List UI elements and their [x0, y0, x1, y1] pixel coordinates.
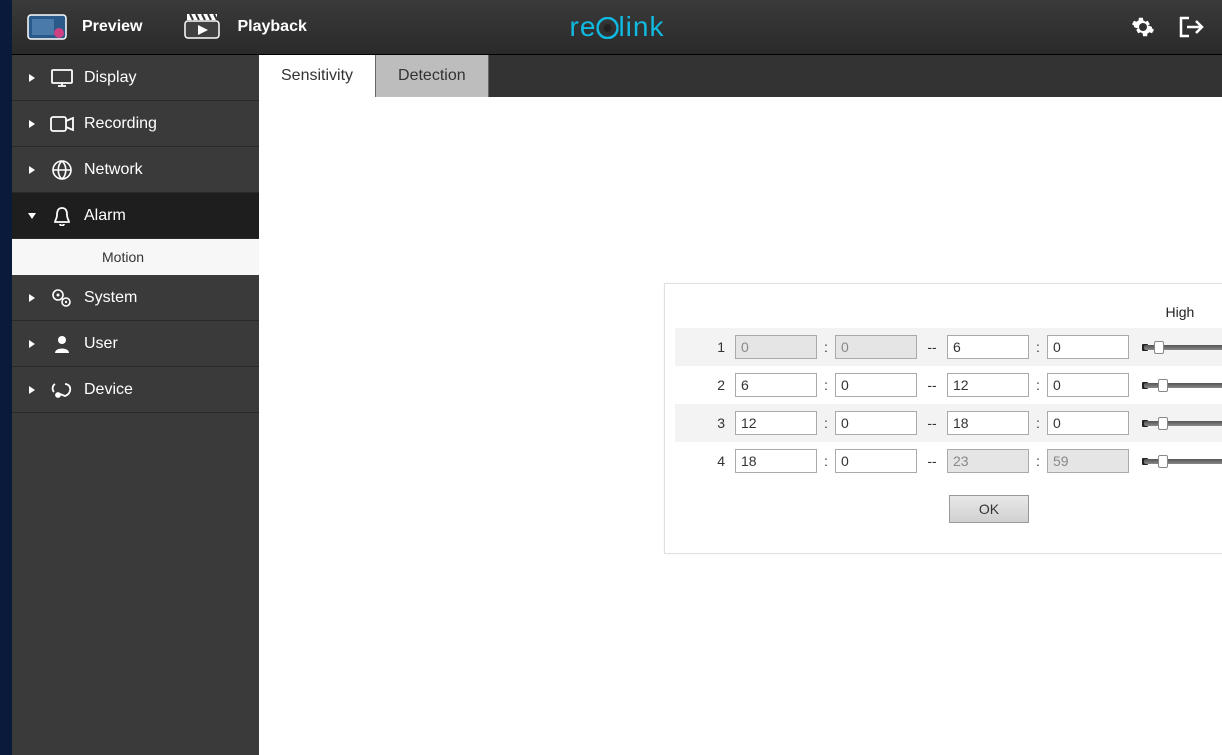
sidebar-item-label: Recording — [84, 115, 157, 133]
end-hour-input[interactable] — [947, 411, 1029, 435]
main-panel: Sensitivity Detection High Low 1:--:122:… — [259, 55, 1222, 755]
nav-playback[interactable]: Playback — [167, 0, 331, 54]
sidebar-item-network[interactable]: Network — [12, 147, 259, 193]
start-hour-input[interactable] — [735, 411, 817, 435]
dash: -- — [917, 415, 947, 431]
tab-label: Detection — [398, 67, 466, 85]
display-icon — [48, 69, 76, 87]
sensitivity-slider[interactable] — [1144, 376, 1222, 394]
dash: -- — [917, 377, 947, 393]
chevron-right-icon — [24, 119, 40, 129]
preview-icon — [27, 13, 67, 41]
user-icon — [48, 334, 76, 354]
ok-button[interactable]: OK — [949, 495, 1029, 523]
slider-thumb[interactable] — [1158, 379, 1168, 392]
end-hour-input[interactable] — [947, 373, 1029, 397]
end-minute-input[interactable] — [1047, 335, 1129, 359]
time-row: 1:--:12 — [675, 328, 1222, 366]
nav-preview[interactable]: Preview — [12, 0, 167, 54]
sidebar-item-device[interactable]: Device — [12, 367, 259, 413]
colon: : — [817, 339, 835, 355]
logout-icon[interactable] — [1178, 14, 1204, 40]
ok-button-label: OK — [979, 501, 999, 517]
sidebar-item-alarm[interactable]: Alarm — [12, 193, 259, 239]
chevron-right-icon — [24, 73, 40, 83]
header: Preview Playback relink — [12, 0, 1222, 55]
sidebar-item-display[interactable]: Display — [12, 55, 259, 101]
sidebar-item-label: Device — [84, 381, 133, 399]
sidebar-item-label: Alarm — [84, 207, 126, 225]
sidebar-item-label: Network — [84, 161, 143, 179]
device-icon — [48, 380, 76, 400]
system-icon — [48, 288, 76, 308]
row-number: 1 — [680, 339, 735, 355]
dash: -- — [917, 453, 947, 469]
colon: : — [817, 377, 835, 393]
sidebar-item-label: User — [84, 335, 118, 353]
time-row: 4:--:10 — [675, 442, 1222, 480]
start-minute-input[interactable] — [835, 373, 917, 397]
sensitivity-slider[interactable] — [1144, 452, 1222, 470]
colon: : — [817, 415, 835, 431]
colon: : — [1029, 415, 1047, 431]
sidebar-sub-label: Motion — [102, 249, 144, 265]
start-hour-input — [735, 335, 817, 359]
slider-high-label: High — [1165, 304, 1222, 320]
slider-thumb[interactable] — [1158, 455, 1168, 468]
sidebar-sub-motion[interactable]: Motion — [12, 239, 259, 275]
chevron-right-icon — [24, 165, 40, 175]
end-hour-input — [947, 449, 1029, 473]
brand-logo: relink — [570, 11, 665, 43]
row-number: 3 — [680, 415, 735, 431]
sensitivity-slider[interactable] — [1144, 338, 1222, 356]
end-minute-input[interactable] — [1047, 373, 1129, 397]
tab-detection[interactable]: Detection — [376, 55, 489, 97]
chevron-down-icon — [24, 212, 40, 220]
dash: -- — [917, 339, 947, 355]
colon: : — [1029, 339, 1047, 355]
row-number: 4 — [680, 453, 735, 469]
row-number: 2 — [680, 377, 735, 393]
playback-icon — [182, 13, 222, 41]
start-minute-input[interactable] — [835, 411, 917, 435]
nav-playback-label: Playback — [237, 18, 306, 36]
time-row: 2:--:10 — [675, 366, 1222, 404]
sidebar-item-label: Display — [84, 69, 136, 87]
slider-thumb[interactable] — [1158, 417, 1168, 430]
start-minute-input[interactable] — [835, 449, 917, 473]
chevron-right-icon — [24, 293, 40, 303]
sensitivity-slider[interactable] — [1144, 414, 1222, 432]
settings-icon[interactable] — [1130, 14, 1156, 40]
start-minute-input — [835, 335, 917, 359]
nav-preview-label: Preview — [82, 18, 142, 36]
chevron-right-icon — [24, 385, 40, 395]
sidebar-item-label: System — [84, 289, 137, 307]
network-icon — [48, 160, 76, 180]
start-hour-input[interactable] — [735, 449, 817, 473]
sensitivity-panel: High Low 1:--:122:--:103:--:104:--:10 OK — [664, 283, 1222, 554]
sidebar: Display Recording Network Alarm Motion — [12, 55, 259, 755]
recording-icon — [48, 116, 76, 132]
end-minute-input[interactable] — [1047, 411, 1129, 435]
colon: : — [817, 453, 835, 469]
slider-thumb[interactable] — [1154, 341, 1164, 354]
sidebar-item-recording[interactable]: Recording — [12, 101, 259, 147]
sidebar-item-user[interactable]: User — [12, 321, 259, 367]
chevron-right-icon — [24, 339, 40, 349]
tab-sensitivity[interactable]: Sensitivity — [259, 55, 376, 97]
end-minute-input — [1047, 449, 1129, 473]
time-row: 3:--:10 — [675, 404, 1222, 442]
alarm-icon — [48, 206, 76, 226]
colon: : — [1029, 453, 1047, 469]
sidebar-item-system[interactable]: System — [12, 275, 259, 321]
tab-bar: Sensitivity Detection — [259, 55, 1222, 97]
colon: : — [1029, 377, 1047, 393]
tab-label: Sensitivity — [281, 67, 353, 85]
start-hour-input[interactable] — [735, 373, 817, 397]
end-hour-input[interactable] — [947, 335, 1029, 359]
